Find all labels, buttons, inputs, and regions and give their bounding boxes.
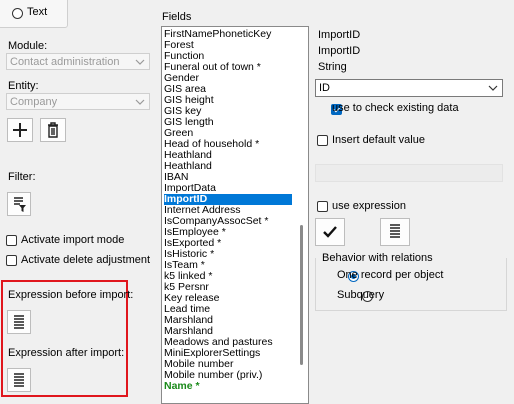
filter-document-icon [14,197,26,212]
trash-icon [48,122,58,138]
key-value: ID [319,82,330,94]
expression-after-button[interactable] [7,368,31,392]
one-record-label: One record per object [337,269,444,281]
edit-expression-button[interactable] [380,218,410,246]
use-expression-checkbox[interactable] [317,201,328,212]
field-name: ImportID [318,29,361,41]
module-value: Contact administration [10,56,120,68]
use-expression-label: use expression [332,200,406,212]
scrollbar[interactable] [295,27,308,403]
insert-default-label: Insert default value [332,134,425,146]
filter-label: Filter: [8,171,36,183]
apply-expression-button[interactable] [315,218,345,246]
default-value-field[interactable] [315,164,503,182]
fields-listbox[interactable]: FirstNamePhoneticKey Forest Function Funera… [161,26,309,404]
activate-import-mode-label: Activate import mode [21,234,125,246]
entity-value: Company [10,96,58,108]
module-label: Module: [8,40,48,52]
behavior-groupbox [315,258,507,311]
text-radio[interactable] [12,7,23,19]
entity-label: Entity: [8,80,39,92]
document-icon [14,315,24,329]
activate-delete-adjustment-label: Activate delete adjustment [21,254,151,266]
subquery-label: Subquery [337,289,385,301]
activate-delete-adjustment-checkbox[interactable] [6,255,17,266]
delete-button[interactable] [40,118,66,142]
expression-before-label: Expression before import: [8,289,134,301]
chevron-down-icon [135,99,145,105]
entity-dropdown[interactable]: Company [6,93,150,110]
checkmark-icon [323,226,337,238]
filter-button[interactable] [7,192,31,216]
text-radio-label: Text [27,6,48,18]
insert-default-checkbox[interactable] [317,135,328,146]
field-caption: ImportID [318,45,361,57]
field-type: String [318,61,347,73]
scrollbar-thumb[interactable] [300,225,303,365]
plus-icon [13,123,27,137]
document-icon [390,224,400,238]
key-dropdown[interactable]: ID [315,79,503,97]
expression-before-button[interactable] [7,310,31,334]
chevron-down-icon [488,85,498,91]
use-to-check-label: use to check existing data [332,102,459,114]
chevron-down-icon [135,59,145,65]
expression-after-label: Expression after import: [8,347,125,359]
field-item[interactable]: Name * [164,381,200,392]
fields-heading: Fields [162,11,192,23]
activate-import-mode-checkbox[interactable] [6,235,17,246]
document-icon [14,373,24,387]
add-button[interactable] [7,118,33,142]
module-dropdown[interactable]: Contact administration [6,53,150,70]
